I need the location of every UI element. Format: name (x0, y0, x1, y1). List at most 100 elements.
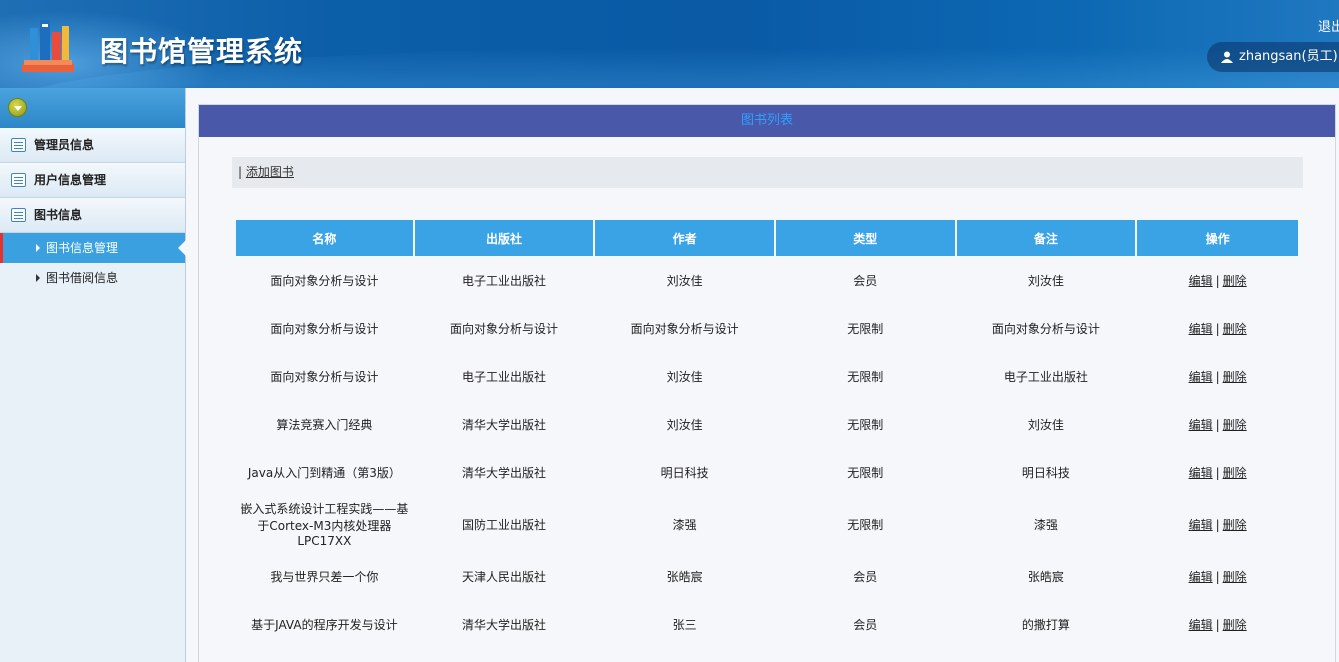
cell-type: 无限制 (847, 465, 884, 480)
delete-link[interactable]: 删除 (1223, 418, 1247, 432)
edit-link[interactable]: 编辑 (1189, 322, 1213, 336)
cell-author: 漆强 (672, 517, 697, 532)
menu-group-admin-info[interactable]: 管理员信息 (0, 128, 185, 163)
action-separator: | (1215, 369, 1220, 384)
cell-name: Java从入门到精通（第3版） (247, 465, 401, 480)
cell-type: 会员 (853, 569, 878, 584)
cell-publisher: 国防工业出版社 (462, 517, 547, 532)
cell-name: 我与世界只差一个你 (270, 569, 379, 584)
cell-author: 面向对象分析与设计 (630, 321, 739, 336)
panel-title: 图书列表 (199, 105, 1335, 137)
cell-publisher: 清华大学出版社 (462, 617, 547, 632)
action-separator: | (1215, 273, 1220, 288)
action-separator: | (1215, 321, 1220, 336)
cell-remark: 刘汝佳 (1027, 417, 1064, 432)
cell-author: 刘汝佳 (666, 417, 703, 432)
user-icon (1221, 51, 1233, 63)
column-header-publisher: 出版社 (414, 220, 594, 256)
action-separator: | (1215, 569, 1220, 584)
cell-actions: 编辑 | 删除 (1137, 304, 1298, 352)
edit-link[interactable]: 编辑 (1189, 370, 1213, 384)
delete-link[interactable]: 删除 (1223, 370, 1247, 384)
toolbar: | 添加图书 (232, 157, 1303, 188)
column-header-remark: 备注 (956, 220, 1136, 256)
cell-actions: 编辑 | 删除 (1137, 256, 1298, 304)
table-row: 面向对象分析与设计 电子工业出版社 刘汝佳 会员 刘汝佳 编辑 | 删除 (236, 256, 1298, 304)
books-logo-icon (22, 20, 74, 72)
cell-type: 无限制 (847, 321, 884, 336)
cell-type: 无限制 (847, 369, 884, 384)
cell-actions: 编辑 | 删除 (1137, 448, 1298, 496)
toolbar-separator: | (238, 165, 243, 179)
cell-publisher: 天津人民出版社 (462, 569, 547, 584)
book-table-body: 面向对象分析与设计 电子工业出版社 刘汝佳 会员 刘汝佳 编辑 | 删除 面向对象分析与设计 面向… (236, 256, 1298, 648)
sidebar-item-label: 图书借阅信息 (46, 271, 119, 285)
user-name: zhangsan(员工) (1239, 49, 1338, 64)
cell-publisher: 面向对象分析与设计 (450, 321, 559, 336)
cell-name: 算法竞赛入门经典 (276, 417, 373, 432)
action-separator: | (1215, 417, 1220, 432)
table-header-row: 名称 出版社 作者 类型 备注 操作 (236, 220, 1298, 256)
cell-author: 张三 (672, 617, 697, 632)
edit-link[interactable]: 编辑 (1189, 466, 1213, 480)
cell-name: 面向对象分析与设计 (270, 273, 379, 288)
cell-type: 无限制 (847, 517, 884, 532)
edit-link[interactable]: 编辑 (1189, 418, 1213, 432)
caret-right-icon (36, 244, 40, 252)
logout-link[interactable]: 退出 (1318, 16, 1339, 35)
table-row: 我与世界只差一个你 天津人民出版社 张皓宸 会员 张皓宸 编辑 | 删除 (236, 552, 1298, 600)
app-header: 图书馆管理系统 退出 zhangsan(员工) (0, 0, 1339, 88)
cell-publisher: 清华大学出版社 (462, 417, 547, 432)
cell-publisher: 电子工业出版社 (462, 369, 547, 384)
list-icon (11, 208, 26, 222)
sidebar-item-book-management[interactable]: 图书信息管理 (0, 233, 186, 263)
cell-author: 刘汝佳 (666, 369, 703, 384)
cell-remark: 漆强 (1033, 517, 1058, 532)
app-title: 图书馆管理系统 (100, 35, 304, 68)
edit-link[interactable]: 编辑 (1189, 274, 1213, 288)
cell-type: 会员 (853, 273, 878, 288)
delete-link[interactable]: 删除 (1223, 618, 1247, 632)
delete-link[interactable]: 删除 (1223, 518, 1247, 532)
column-header-name: 名称 (236, 220, 413, 256)
menu-group-user-management[interactable]: 用户信息管理 (0, 163, 185, 198)
sidebar-item-label: 图书信息管理 (46, 241, 119, 255)
cell-remark: 的撒打算 (1021, 617, 1070, 632)
edit-link[interactable]: 编辑 (1189, 518, 1213, 532)
cell-type: 无限制 (847, 417, 884, 432)
cell-author: 张皓宸 (666, 569, 703, 584)
table-row: 面向对象分析与设计 面向对象分析与设计 面向对象分析与设计 无限制 面向对象分析与设计 编… (236, 304, 1298, 352)
cell-name: 面向对象分析与设计 (270, 369, 379, 384)
action-separator: | (1215, 517, 1220, 532)
cell-actions: 编辑 | 删除 (1137, 400, 1298, 448)
cell-name: 面向对象分析与设计 (270, 321, 379, 336)
sidebar-item-book-borrowing[interactable]: 图书借阅信息 (0, 263, 185, 293)
user-badge[interactable]: zhangsan(员工) (1207, 42, 1339, 72)
delete-link[interactable]: 删除 (1223, 322, 1247, 336)
table-row: 面向对象分析与设计 电子工业出版社 刘汝佳 无限制 电子工业出版社 编辑 | 删除 (236, 352, 1298, 400)
cell-name: 嵌入式系统设计工程实践——基于Cortex-M3内核处理器LPC17XX (240, 502, 409, 548)
cell-remark: 刘汝佳 (1027, 273, 1064, 288)
cell-actions: 编辑 | 删除 (1137, 496, 1298, 552)
menu-group-label: 用户信息管理 (34, 173, 107, 187)
column-header-author: 作者 (595, 220, 774, 256)
collapse-toggle-icon[interactable] (8, 98, 27, 117)
edit-link[interactable]: 编辑 (1189, 570, 1213, 584)
cell-publisher: 清华大学出版社 (462, 465, 547, 480)
cell-type: 会员 (853, 617, 878, 632)
menu-group-label: 管理员信息 (34, 138, 95, 152)
add-book-link[interactable]: 添加图书 (246, 165, 294, 179)
cell-remark: 明日科技 (1021, 465, 1070, 480)
menu-group-book-info[interactable]: 图书信息 (0, 198, 185, 233)
delete-link[interactable]: 删除 (1223, 466, 1247, 480)
sidebar-top-bar (0, 88, 185, 128)
cell-actions: 编辑 | 删除 (1137, 600, 1298, 648)
list-icon (11, 173, 26, 187)
sidebar: 管理员信息 用户信息管理 图书信息 图书信息管理 图书借阅信息 (0, 88, 186, 662)
cell-actions: 编辑 | 删除 (1137, 352, 1298, 400)
menu-group-label: 图书信息 (34, 208, 83, 222)
delete-link[interactable]: 删除 (1223, 274, 1247, 288)
edit-link[interactable]: 编辑 (1189, 618, 1213, 632)
book-table: 名称 出版社 作者 类型 备注 操作 面向对象分析与设计 电子工业出版社 刘汝佳 会员… (234, 220, 1300, 648)
delete-link[interactable]: 删除 (1223, 570, 1247, 584)
